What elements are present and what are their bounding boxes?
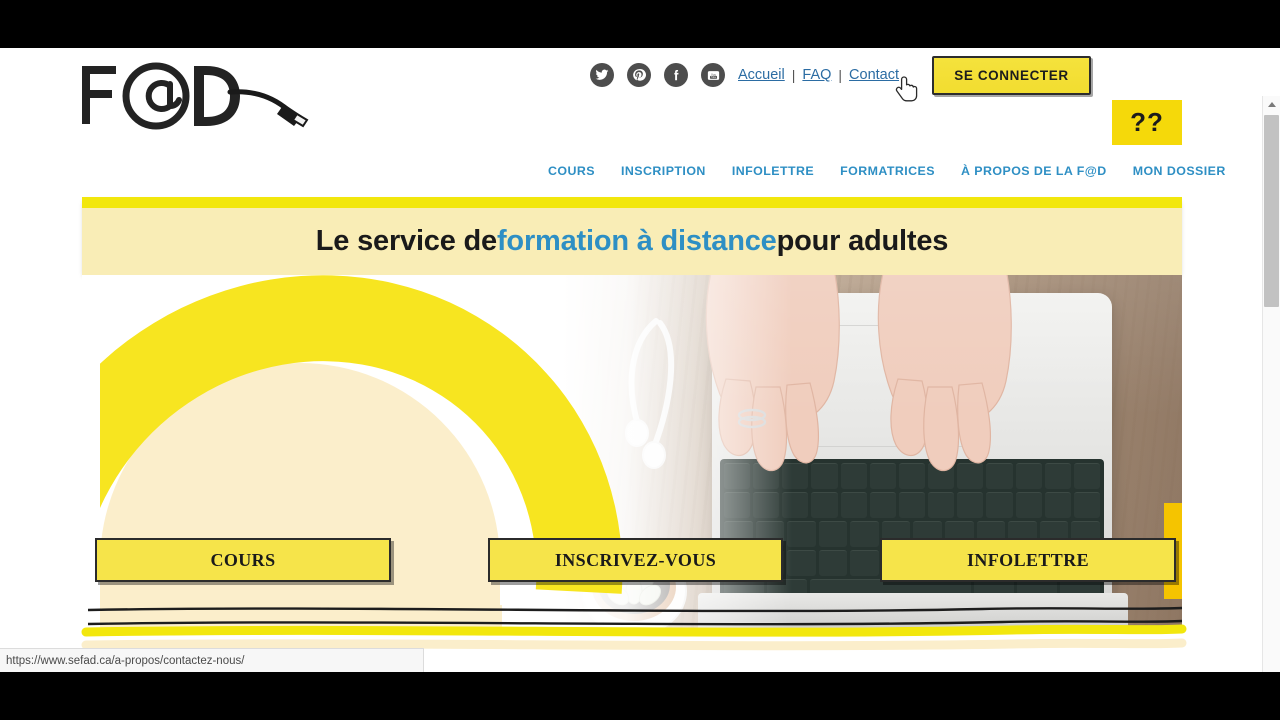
tagline-banner: Le service de formation à distance pour … bbox=[82, 197, 1182, 275]
util-link-faq[interactable]: FAQ bbox=[802, 67, 831, 83]
pinterest-icon[interactable] bbox=[627, 63, 651, 87]
util-link-accueil[interactable]: Accueil bbox=[738, 67, 785, 83]
page-scrollbar[interactable] bbox=[1262, 96, 1280, 672]
nav-item-a-propos[interactable]: À PROPOS DE LA F@D bbox=[961, 164, 1107, 178]
hand-drawn-underline bbox=[81, 606, 1187, 651]
site-header: You Tube Accueil | FAQ | Contact SE CONN… bbox=[0, 48, 1263, 178]
util-link-contact[interactable]: Contact bbox=[849, 67, 899, 83]
tagline-part1: Le service de bbox=[315, 225, 497, 257]
nav-item-mon-dossier[interactable]: MON DOSSIER bbox=[1133, 164, 1226, 178]
twitter-icon[interactable] bbox=[590, 63, 614, 87]
util-separator-2: | bbox=[838, 67, 843, 83]
facebook-icon[interactable] bbox=[664, 63, 688, 87]
nav-item-cours[interactable]: COURS bbox=[548, 164, 595, 178]
tagline-part2: pour adultes bbox=[776, 225, 949, 257]
login-button[interactable]: SE CONNECTER bbox=[932, 56, 1091, 95]
tagline-highlight: formation à distance bbox=[496, 225, 777, 257]
web-page: You Tube Accueil | FAQ | Contact SE CONN… bbox=[0, 48, 1263, 672]
screen: You Tube Accueil | FAQ | Contact SE CONN… bbox=[0, 0, 1280, 720]
util-separator-1: | bbox=[791, 67, 796, 83]
triangle-up-icon bbox=[1267, 102, 1276, 107]
browser-viewport: You Tube Accueil | FAQ | Contact SE CONN… bbox=[0, 48, 1280, 672]
main-navigation: COURS INSCRIPTION INFOLETTRE FORMATRICES… bbox=[548, 164, 1226, 178]
scroll-up-button[interactable] bbox=[1263, 96, 1280, 113]
scrollbar-thumb[interactable] bbox=[1264, 115, 1279, 307]
youtube-icon[interactable]: You Tube bbox=[701, 63, 725, 87]
cta-infolettre-button[interactable]: INFOLETTRE bbox=[880, 538, 1176, 582]
letterbox-bottom bbox=[0, 672, 1280, 720]
letterbox-top bbox=[0, 0, 1280, 48]
nav-item-formatrices[interactable]: FORMATRICES bbox=[840, 164, 935, 178]
nav-item-infolettre[interactable]: INFOLETTRE bbox=[732, 164, 814, 178]
svg-text:Tube: Tube bbox=[710, 77, 716, 79]
nav-item-inscription[interactable]: INSCRIPTION bbox=[621, 164, 706, 178]
cta-cours-button[interactable]: COURS bbox=[95, 538, 391, 582]
cta-inscrivez-vous-button[interactable]: INSCRIVEZ-VOUS bbox=[488, 538, 783, 582]
help-button[interactable]: ?? bbox=[1112, 100, 1182, 145]
banner-top-stripe bbox=[82, 197, 1182, 208]
site-logo[interactable] bbox=[78, 54, 318, 134]
utility-bar: You Tube Accueil | FAQ | Contact bbox=[590, 59, 899, 91]
browser-status-bar: https://www.sefad.ca/a-propos/contactez-… bbox=[0, 648, 424, 672]
tagline-text: Le service de formation à distance pour … bbox=[82, 208, 1182, 275]
svg-text:You: You bbox=[710, 72, 716, 76]
